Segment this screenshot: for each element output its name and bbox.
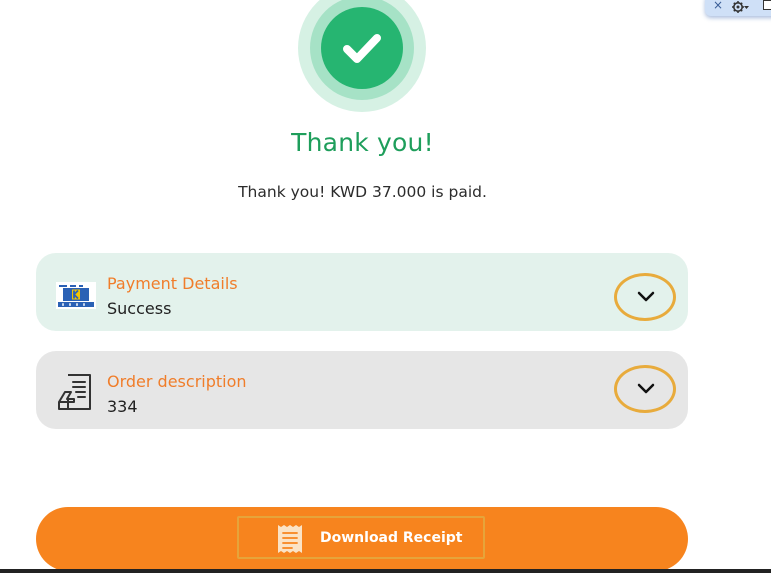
payment-details-card[interactable]: Payment Details Success [36, 253, 688, 331]
success-check-badge [298, 0, 426, 112]
chevron-down-icon [637, 291, 655, 302]
floating-toolbar: × [705, 0, 771, 16]
payment-status-value: Success [107, 299, 172, 318]
window-toggle-icon[interactable] [763, 0, 771, 10]
order-description-value: 334 [107, 397, 138, 416]
order-description-label: Order description [107, 372, 247, 391]
chevron-down-icon [637, 383, 655, 394]
payment-message: Thank you! KWD 37.000 is paid. [238, 183, 487, 201]
checkmark-icon [321, 7, 403, 89]
payment-details-label: Payment Details [107, 274, 238, 293]
expand-order-description-button[interactable] [614, 365, 676, 413]
download-receipt-label: Download Receipt [320, 530, 463, 546]
knet-logo-icon [56, 274, 96, 314]
gear-icon[interactable] [731, 0, 749, 16]
download-receipt-button[interactable]: Download Receipt [237, 516, 485, 559]
expand-payment-details-button[interactable] [614, 273, 676, 321]
order-description-card[interactable]: Order description 334 [36, 351, 688, 429]
receipt-icon [276, 523, 304, 555]
page-title: Thank you! [291, 128, 434, 157]
close-icon[interactable]: × [713, 0, 723, 12]
bottom-divider [0, 569, 771, 573]
receipt-action-bar: Download Receipt [36, 507, 688, 571]
invoice-icon [56, 372, 96, 412]
